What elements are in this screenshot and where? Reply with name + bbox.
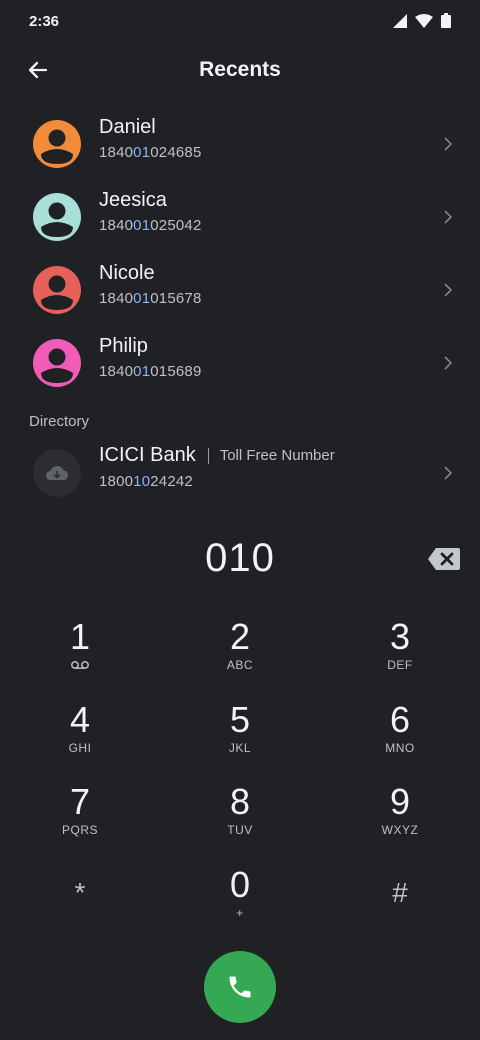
key-letters: MNO (385, 741, 415, 755)
key-letters: TUV (227, 823, 253, 837)
number-prefix: 1840 (99, 290, 134, 307)
key-digit: 8 (229, 781, 251, 822)
call-button[interactable] (204, 951, 276, 1023)
status-icons (393, 13, 451, 28)
person-icon (41, 129, 73, 164)
recent-contact-row[interactable]: Jeesica 184001025042 (0, 181, 480, 254)
app-bar: Recents (0, 44, 480, 98)
chevron-right-icon (444, 283, 453, 297)
number-match: 01 (133, 290, 151, 307)
key-digit: 6 (389, 699, 411, 740)
recent-contact-row[interactable]: Nicole 184001015678 (0, 254, 480, 327)
key-letters: PQRS (61, 823, 98, 837)
chevron-right-icon (444, 210, 453, 224)
signal-icon (393, 13, 407, 28)
dialpad-key[interactable]: 1 (25, 617, 135, 695)
avatar (33, 120, 81, 168)
key-digit: # (392, 877, 408, 908)
directory-item-icici[interactable]: ICICI Bank Toll Free Number 18001024242 (0, 437, 480, 510)
key-digit: 2 (229, 616, 251, 657)
contact-name: Nicole (99, 262, 155, 284)
dialpad-key[interactable]: 2 ABC (185, 617, 295, 695)
avatar (33, 193, 81, 241)
key-digit: 4 (69, 699, 91, 740)
directory-name-wrap: ICICI Bank Toll Free Number (99, 444, 335, 467)
key-letters: JKL (228, 741, 252, 755)
dialpad-key[interactable]: # (345, 865, 455, 943)
number-prefix: 1840 (99, 363, 134, 380)
avatar (33, 339, 81, 387)
number-suffix: 24242 (150, 473, 193, 490)
person-icon (41, 202, 73, 237)
directory-number: 18001024242 (99, 473, 193, 490)
dialpad-key[interactable]: 5 JKL (185, 700, 295, 778)
number-prefix: 1800 (99, 473, 134, 490)
number-prefix: 1840 (99, 217, 134, 234)
backspace-button[interactable] (427, 545, 461, 573)
contact-name: Philip (99, 335, 148, 357)
key-digit: 9 (389, 781, 411, 822)
contact-number: 184001015678 (99, 290, 202, 307)
contact-name: Jeesica (99, 189, 167, 211)
number-suffix: 024685 (150, 144, 202, 161)
key-digit: 3 (389, 616, 411, 657)
key-letters: GHI (68, 741, 92, 755)
contact-number: 184001024685 (99, 144, 202, 161)
backspace-icon (428, 548, 460, 570)
key-digit: 7 (69, 781, 91, 822)
dialpad-key[interactable]: 8 TUV (185, 782, 295, 860)
person-icon (41, 348, 73, 383)
dialpad-key[interactable]: 4 GHI (25, 700, 135, 778)
status-time: 2:36 (29, 13, 60, 30)
chevron-right-icon (444, 137, 453, 151)
directory-avatar (33, 449, 81, 497)
dialpad-key[interactable]: * (25, 865, 135, 943)
directory-name: ICICI Bank (99, 444, 196, 466)
key-digit: 1 (69, 616, 91, 657)
key-letters: DEF (387, 658, 413, 672)
directory-section-label: Directory (29, 413, 90, 430)
number-match: 01 (133, 144, 151, 161)
cloud-icon (46, 466, 68, 480)
chevron-right-icon (444, 356, 453, 370)
phone-icon (229, 976, 251, 998)
number-prefix: 1840 (99, 144, 134, 161)
avatar (33, 266, 81, 314)
number-suffix: 015689 (150, 363, 202, 380)
key-letters: WXYZ (381, 823, 419, 837)
contact-number: 184001025042 (99, 217, 202, 234)
recent-contact-row[interactable]: Philip 184001015689 (0, 327, 480, 400)
key-letters: ABC (226, 658, 254, 672)
battery-icon (441, 13, 451, 28)
key-digit: * (74, 877, 86, 908)
dialpad-key[interactable]: 9 WXYZ (345, 782, 455, 860)
contact-name: Daniel (99, 116, 156, 138)
dialed-number-field[interactable]: 010 (0, 536, 480, 581)
number-suffix: 015678 (150, 290, 202, 307)
key-digit: 0 (229, 864, 251, 905)
chevron-right-icon (444, 466, 453, 480)
person-icon (41, 275, 73, 310)
page-title: Recents (199, 58, 281, 81)
voicemail-icon (71, 661, 89, 669)
dialpad-key[interactable]: 6 MNO (345, 700, 455, 778)
wifi-icon (415, 13, 433, 28)
number-match: 01 (133, 363, 151, 380)
key-letters: + (236, 906, 244, 920)
recent-contact-row[interactable]: Daniel 184001024685 (0, 108, 480, 181)
number-match: 10 (133, 473, 151, 490)
dialpad-key[interactable]: 3 DEF (345, 617, 455, 695)
directory-subtitle: Toll Free Number (219, 447, 335, 464)
divider (207, 447, 209, 464)
key-digit: 5 (229, 699, 251, 740)
contact-number: 184001015689 (99, 363, 202, 380)
status-bar: 2:36 (0, 0, 480, 44)
dialpad-key[interactable]: 0 + (185, 865, 295, 943)
dialpad-key[interactable]: 7 PQRS (25, 782, 135, 860)
number-suffix: 025042 (150, 217, 202, 234)
number-match: 01 (133, 217, 151, 234)
